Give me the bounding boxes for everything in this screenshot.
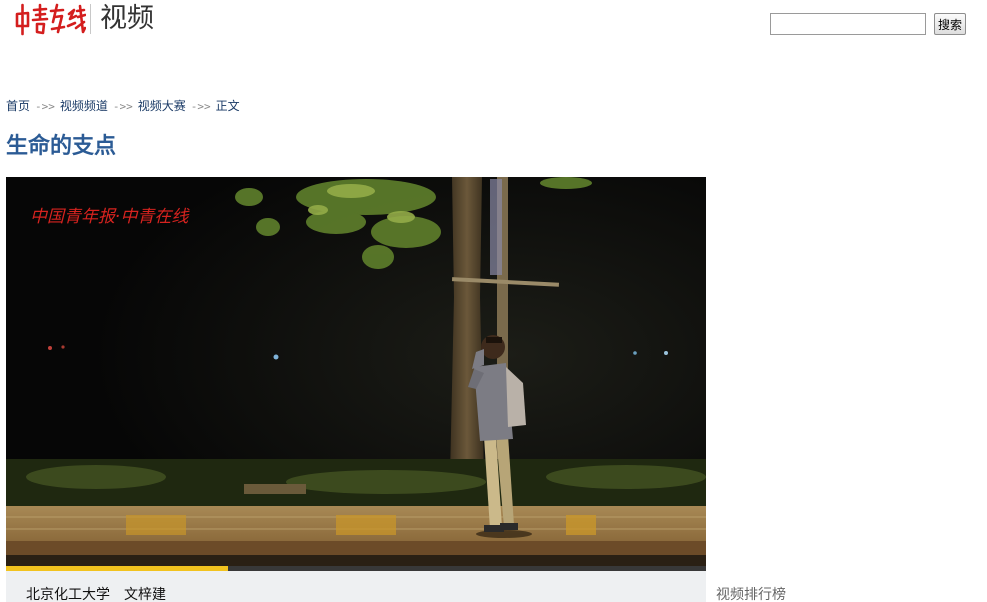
site-logo[interactable] bbox=[14, 2, 86, 36]
breadcrumb-separator: ->> bbox=[112, 100, 133, 113]
logo-divider bbox=[90, 4, 91, 34]
video-caption-bar: 北京化工大学 文梓建 bbox=[6, 571, 706, 602]
article-title: 生命的支点 bbox=[6, 134, 117, 159]
channel-title: 视频 bbox=[100, 3, 154, 34]
video-caption: 北京化工大学 文梓建 bbox=[26, 587, 166, 602]
breadcrumb-video-contest[interactable]: 视频大赛 bbox=[138, 99, 186, 113]
search-button[interactable]: 搜索 bbox=[934, 13, 966, 35]
search-input[interactable] bbox=[770, 13, 926, 35]
video-ranking-title: 视频排行榜 bbox=[716, 587, 786, 602]
breadcrumb-separator: ->> bbox=[35, 100, 55, 113]
breadcrumb-video-channel[interactable]: 视频频道 bbox=[60, 99, 108, 113]
breadcrumb: 首页 ->> 视频频道 ->> 视频大赛 ->> 正文 bbox=[6, 97, 240, 116]
breadcrumb-current[interactable]: 正文 bbox=[216, 99, 240, 113]
site-header: 视频 搜索 bbox=[0, 0, 987, 44]
video-watermark: 中国青年报·中青在线 bbox=[30, 207, 190, 227]
video-frame: 中国青年报·中青在线 bbox=[6, 177, 706, 571]
video-player[interactable]: 中国青年报·中青在线 bbox=[6, 177, 706, 571]
breadcrumb-separator: ->> bbox=[190, 100, 211, 113]
breadcrumb-home[interactable]: 首页 bbox=[6, 99, 30, 113]
